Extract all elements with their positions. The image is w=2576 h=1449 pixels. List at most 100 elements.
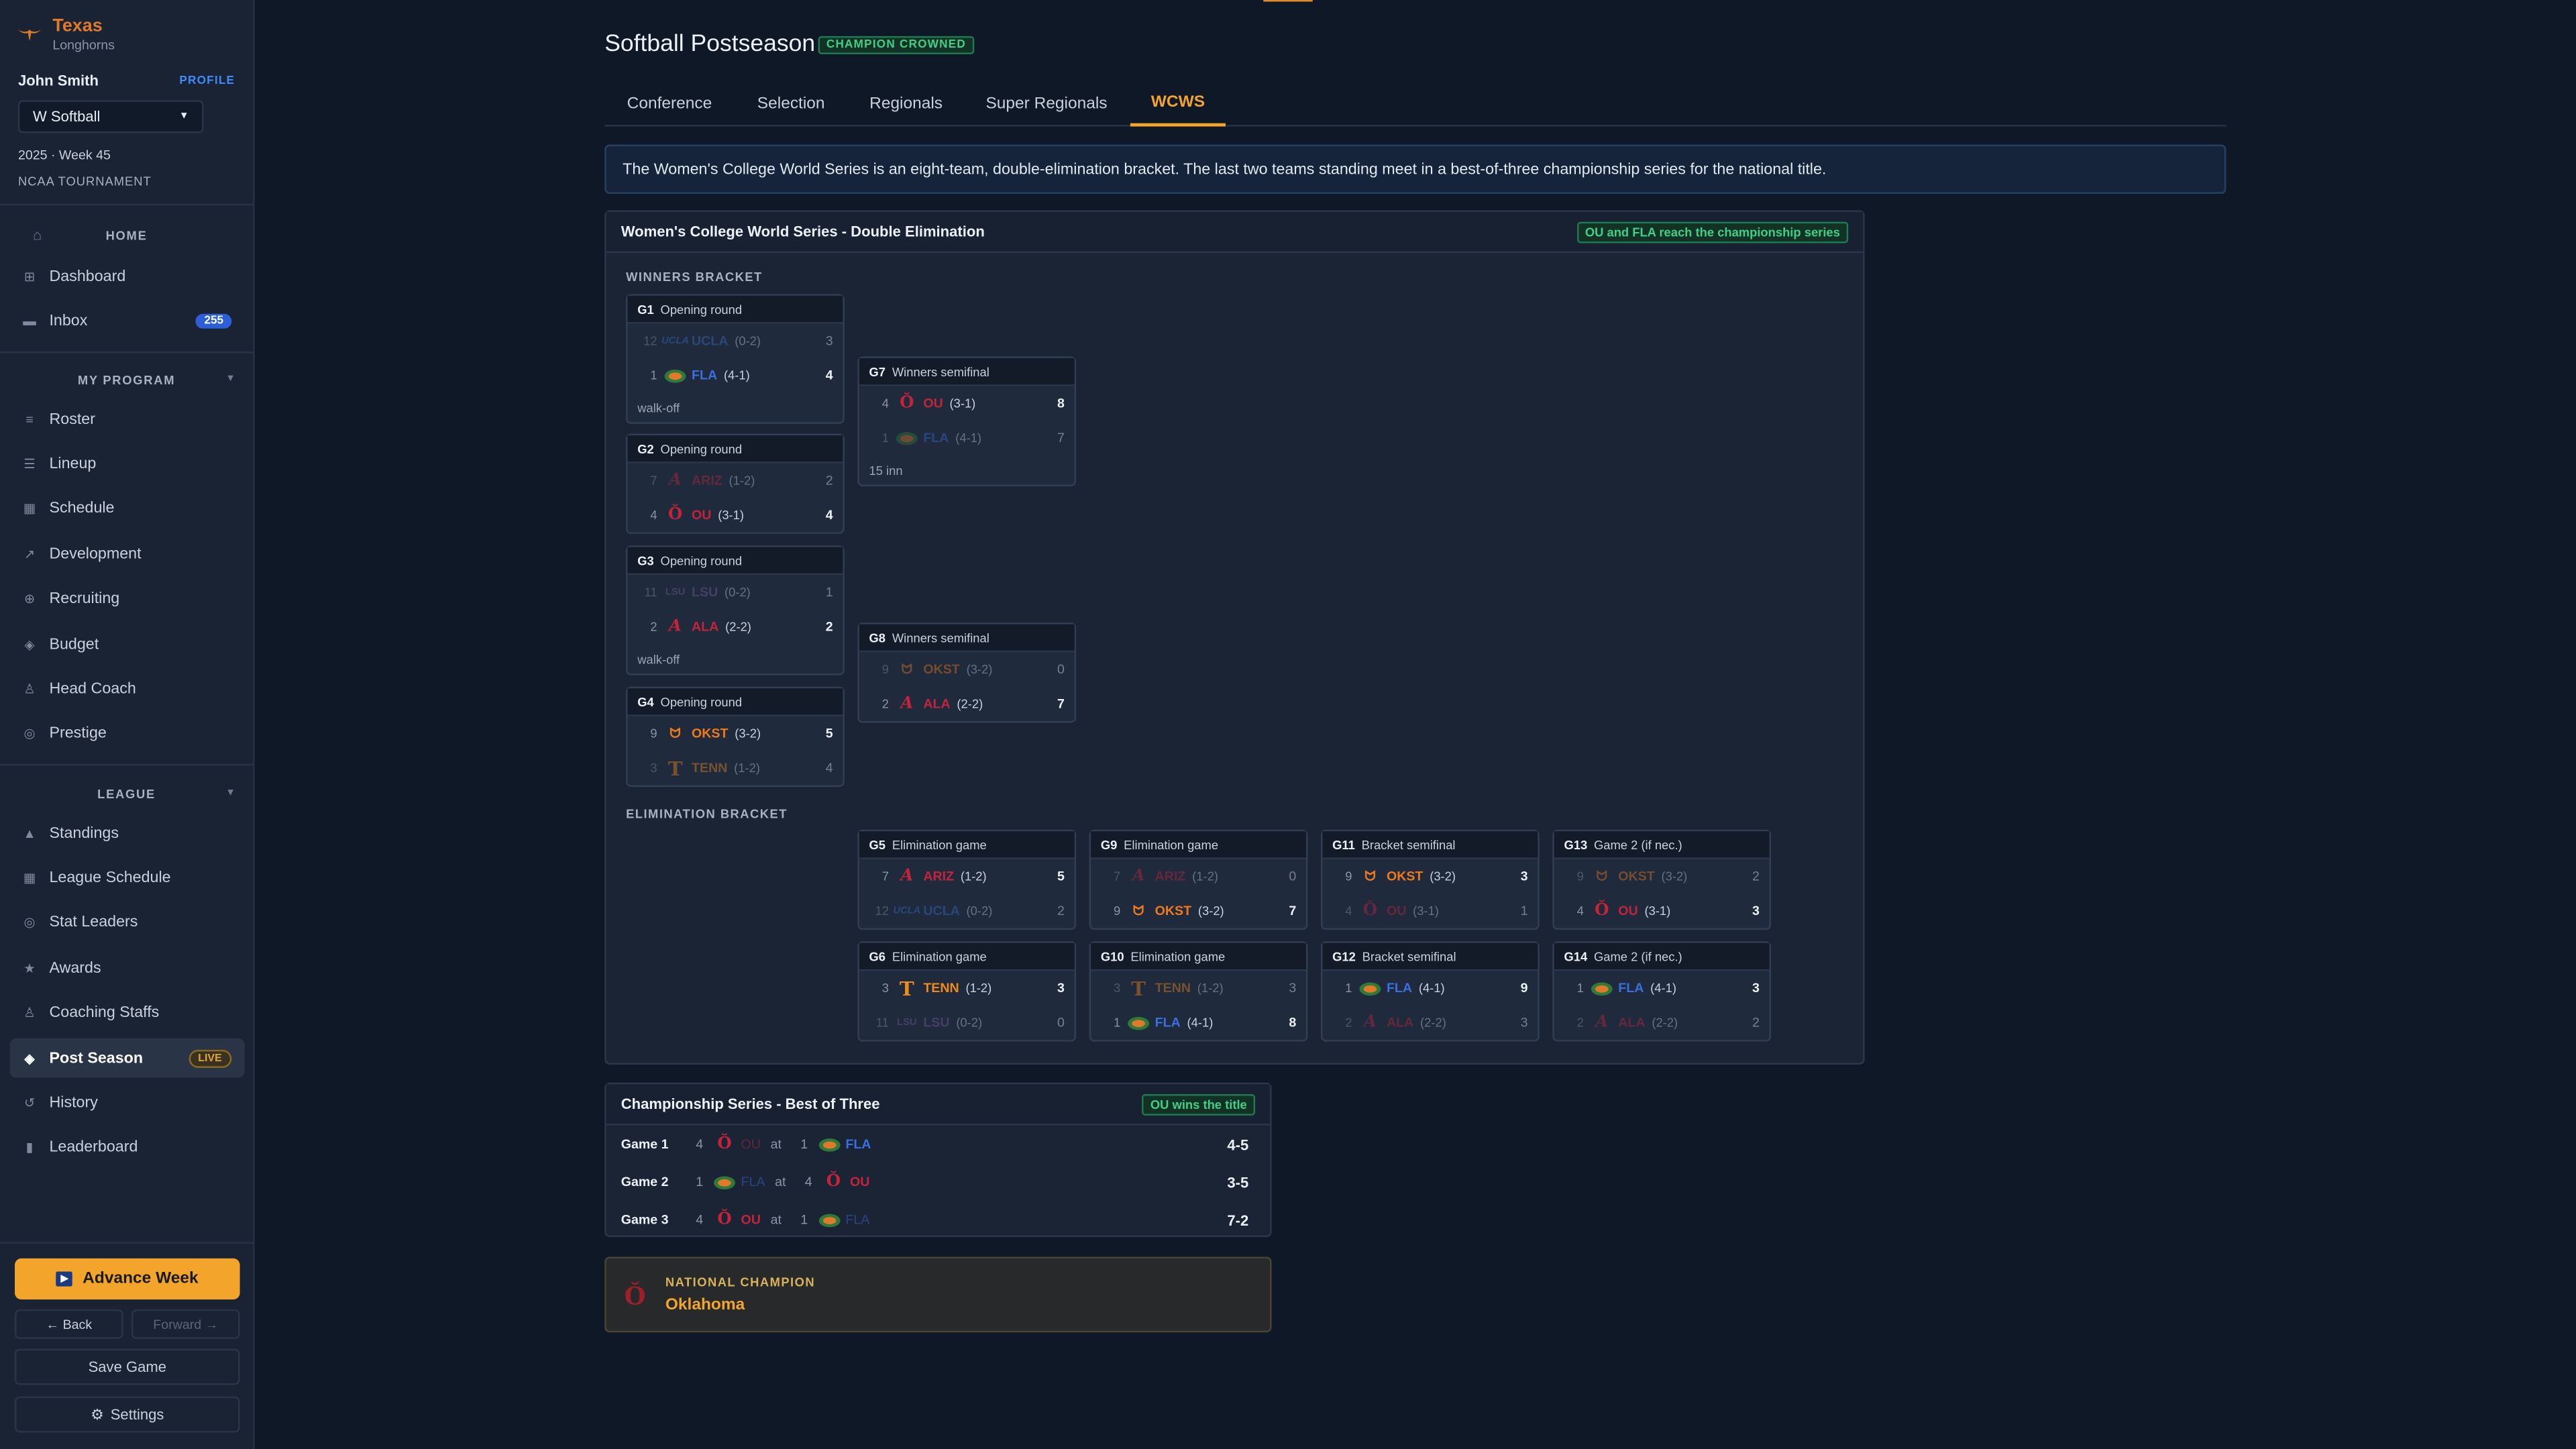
team-row[interactable]: 9 ᗢ OKST (3-2) 0	[859, 652, 1075, 686]
team-seed: 11	[644, 584, 657, 600]
game-card-g4[interactable]: G4 Opening round 9 ᗢ OKST (3-2) 5 3 T TENN (1-2) 4	[626, 686, 845, 788]
sidebar-item-label: Stat Leaders	[49, 914, 138, 932]
team-row[interactable]: 7 A ARIZ (1-2) 2	[628, 464, 843, 498]
team-row[interactable]: 2 A ALA (2-2) 7	[859, 687, 1075, 721]
team-row[interactable]: 9 ᗢ OKST (3-2) 7	[1091, 894, 1306, 928]
team-row[interactable]: 4 Ŏ OU (3-1) 3	[1554, 894, 1770, 928]
team-record: (3-2)	[735, 726, 761, 741]
game-card-g13[interactable]: G13 Game 2 (if nec.) 9 ᗢ OKST (3-2) 2 4 Ŏ OU (3-1)…	[1552, 829, 1772, 930]
team-row[interactable]: 7 A ARIZ (1-2) 5	[859, 859, 1075, 894]
team-abbr: FLA	[1386, 981, 1413, 996]
team-row[interactable]: 11 LSU LSU (0-2) 1	[628, 575, 843, 609]
team-logo[interactable]: Texas Longhorns	[16, 15, 115, 54]
sidebar-item-awards[interactable]: ★ Awards	[10, 949, 245, 988]
team-row[interactable]: 3 T TENN (1-2) 3	[1091, 971, 1306, 1005]
tab-regionals[interactable]: Regionals	[848, 82, 965, 126]
section-home[interactable]: ⌂ HOME	[16, 223, 236, 246]
game-card-g2[interactable]: G2 Opening round 7 A ARIZ (1-2) 2 4 Ŏ OU (3-1) 4	[626, 433, 845, 534]
team-row[interactable]: 3 T TENN (1-2) 4	[628, 751, 843, 785]
team-row[interactable]: 2 A ALA (2-2) 2	[1554, 1006, 1770, 1040]
sidebar-item-prestige[interactable]: ◎ Prestige	[10, 714, 245, 754]
tab-super-regionals[interactable]: Super Regionals	[965, 82, 1129, 126]
team-row[interactable]: 1 FLA (4-1) 9	[1322, 971, 1538, 1005]
tab-wcws[interactable]: WCWS	[1130, 82, 1226, 127]
team-record: (3-2)	[1197, 903, 1224, 918]
sidebar-item-development[interactable]: ↗ Development	[10, 534, 245, 574]
team-score: 8	[1057, 396, 1065, 411]
home-team: FLA	[845, 1136, 871, 1152]
home-team: OU	[849, 1175, 870, 1190]
team-abbr: OU	[1386, 903, 1407, 918]
game-card-g1[interactable]: G1 Opening round 12 UCLA UCLA (0-2) 3 1 FLA (4-1)…	[626, 294, 845, 424]
sidebar-item-coaching-staffs[interactable]: ♙ Coaching Staffs	[10, 994, 245, 1033]
team-row[interactable]: 9 ᗢ OKST (3-2) 5	[628, 716, 843, 751]
ou-logo-icon: Ŏ	[717, 1210, 732, 1229]
game-card-g8[interactable]: G8 Winners semifinal 9 ᗢ OKST (3-2) 0 2 A ALA (2-2…	[857, 623, 1077, 723]
game-card-g9[interactable]: G9 Elimination game 7 A ARIZ (1-2) 0 9 ᗢ OKST (3-2…	[1089, 829, 1308, 930]
sidebar-item-lineup[interactable]: ☰ Lineup	[10, 444, 245, 484]
game-card-g14[interactable]: G14 Game 2 (if nec.) 1 FLA (4-1) 3 2 A ALA (2-2) 2	[1552, 941, 1772, 1042]
team-row[interactable]: 12 UCLA UCLA (0-2) 3	[628, 323, 843, 358]
game-card-g6[interactable]: G6 Elimination game 3 T TENN (1-2) 3 11 LSU LSU (0…	[857, 941, 1077, 1042]
save-game-button[interactable]: Save Game	[15, 1348, 240, 1385]
team-row[interactable]: 4 Ŏ OU (3-1) 8	[859, 386, 1075, 421]
sidebar-item-dashboard[interactable]: ⊞ Dashboard	[10, 256, 245, 296]
settings-button[interactable]: ⚙ Settings	[15, 1396, 240, 1433]
team-row[interactable]: 1 FLA (4-1) 4	[628, 358, 843, 392]
team-row[interactable]: 2 A ALA (2-2) 3	[1322, 1006, 1538, 1040]
team-row[interactable]: 4 Ŏ OU (3-1) 1	[1322, 894, 1538, 928]
championship-game-row[interactable]: Game 1 4 Ŏ OU at 1 FLA 4-5	[606, 1126, 1270, 1163]
profile-link[interactable]: PROFILE	[179, 74, 235, 86]
sidebar-item-budget[interactable]: ◈ Budget	[10, 625, 245, 664]
back-button[interactable]: ← Back	[15, 1309, 123, 1339]
championship-game-row[interactable]: Game 2 1 FLA at 4 Ŏ OU 3-5	[606, 1163, 1270, 1201]
forward-button[interactable]: Forward →	[131, 1309, 240, 1339]
section-league[interactable]: LEAGUE ▼	[16, 782, 236, 805]
sidebar-item-league-schedule[interactable]: ▦ League Schedule	[10, 858, 245, 898]
team-row[interactable]: 2 A ALA (2-2) 2	[628, 610, 843, 644]
team-abbr: ALA	[1618, 1015, 1646, 1030]
game-card-g7[interactable]: G7 Winners semifinal 4 Ŏ OU (3-1) 8 1 FLA (4-1) 7 1…	[857, 356, 1077, 486]
lsu-logo-icon: LSU	[665, 587, 686, 598]
game-card-g3[interactable]: G3 Opening round 11 LSU LSU (0-2) 1 2 A ALA (2-2) 2…	[626, 545, 845, 676]
sidebar-item-roster[interactable]: ≡ Roster	[10, 399, 245, 439]
team-row[interactable]: 9 ᗢ OKST (3-2) 3	[1322, 859, 1538, 894]
tab-selection[interactable]: Selection	[735, 82, 848, 126]
team-row[interactable]: 1 FLA (4-1) 8	[1091, 1006, 1306, 1040]
team-row[interactable]: 12 UCLA UCLA (0-2) 2	[859, 894, 1075, 928]
team-row[interactable]: 3 T TENN (1-2) 3	[859, 971, 1075, 1005]
team-seed: 1	[1576, 981, 1584, 996]
sidebar-item-post-season[interactable]: ◈ Post Season LIVE	[9, 1038, 245, 1078]
game-card-g12[interactable]: G12 Bracket semifinal 1 FLA (4-1) 9 2 A ALA (2-2)…	[1320, 941, 1540, 1042]
team-abbr: TENN	[692, 760, 728, 775]
game-id: G9	[1100, 837, 1118, 852]
sport-select[interactable]: W Softball ▼	[17, 100, 204, 133]
game-card-g5[interactable]: G5 Elimination game 7 A ARIZ (1-2) 5 12 UCLA UCLA…	[857, 829, 1077, 930]
sidebar-item-stat-leaders[interactable]: ◎ Stat Leaders	[10, 903, 245, 943]
section-my-program[interactable]: MY PROGRAM ▼	[16, 368, 236, 391]
a-logo-icon: A	[900, 867, 914, 886]
team-row[interactable]: 1 FLA (4-1) 3	[1554, 971, 1770, 1005]
team-row[interactable]: 4 Ŏ OU (3-1) 4	[628, 498, 843, 532]
team-row[interactable]: 11 LSU LSU (0-2) 0	[859, 1006, 1075, 1040]
sidebar-item-schedule[interactable]: ▦ Schedule	[10, 489, 245, 529]
game-card-g10[interactable]: G10 Elimination game 3 T TENN (1-2) 3 1 FLA (4-1)…	[1089, 941, 1308, 1042]
sidebar-item-leaderboard[interactable]: ▮ Leaderboard	[10, 1128, 245, 1168]
team-record: (3-2)	[966, 661, 993, 677]
team-score: 1	[825, 584, 833, 600]
game-id: G10	[1100, 949, 1124, 964]
championship-game-row[interactable]: Game 3 4 Ŏ OU at 1 FLA 7-2	[606, 1201, 1270, 1238]
tab-conference[interactable]: Conference	[604, 82, 734, 126]
team-row[interactable]: 1 FLA (4-1) 7	[859, 421, 1075, 455]
sidebar-item-standings[interactable]: ▲ Standings	[10, 813, 245, 853]
team-row[interactable]: 7 A ARIZ (1-2) 0	[1091, 859, 1306, 894]
sidebar-item-inbox[interactable]: ▬ Inbox 255	[10, 301, 245, 341]
advance-week-button[interactable]: ▶ Advance Week	[15, 1258, 240, 1300]
team-row[interactable]: 9 ᗢ OKST (3-2) 2	[1554, 859, 1770, 894]
game-card-g11[interactable]: G11 Bracket semifinal 9 ᗢ OKST (3-2) 3 4 Ŏ OU (3-1…	[1320, 829, 1540, 930]
sidebar-item-history[interactable]: ↺ History	[10, 1083, 245, 1123]
sidebar-item-head-coach[interactable]: ♙ Head Coach	[10, 669, 245, 709]
sidebar-item-recruiting[interactable]: ⊕ Recruiting	[10, 580, 245, 619]
team-record: (4-1)	[1418, 981, 1445, 996]
team-abbr: ARIZ	[692, 473, 722, 488]
